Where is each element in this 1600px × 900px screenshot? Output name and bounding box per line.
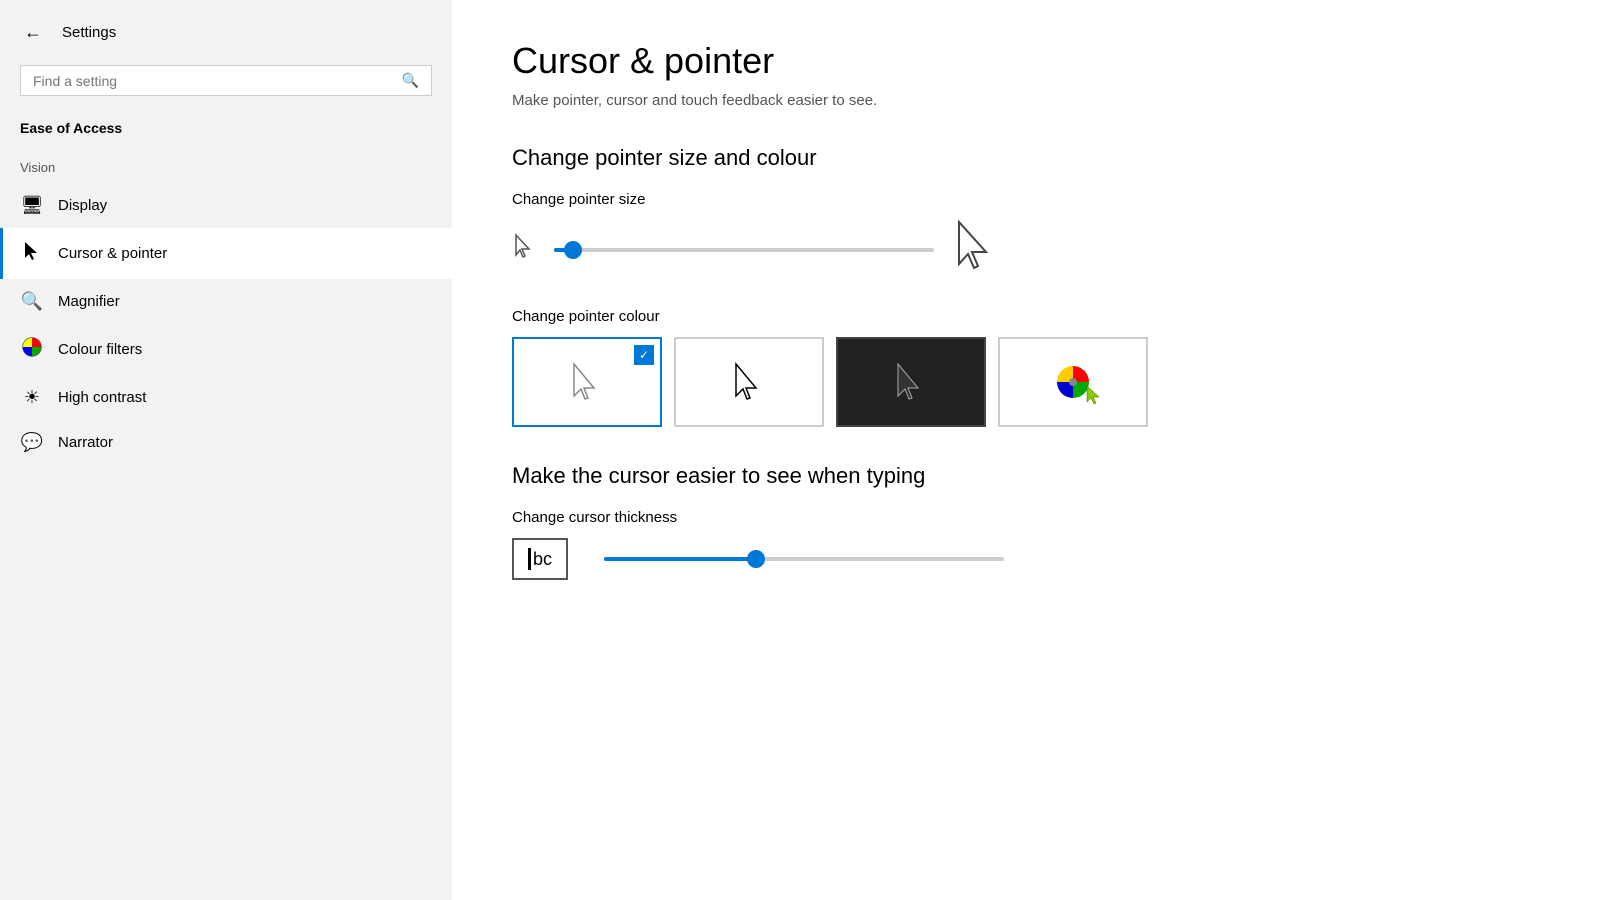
abc-text: bc: [533, 549, 552, 570]
search-box[interactable]: 🔍: [20, 65, 432, 96]
sidebar-item-display[interactable]: 🖥 Display: [0, 183, 452, 228]
cursor-thickness-thumb[interactable]: [747, 550, 765, 568]
colour-options: ✓: [512, 337, 1540, 427]
vision-label: Vision: [0, 152, 452, 183]
search-input[interactable]: [33, 73, 394, 89]
back-button[interactable]: ←: [20, 18, 46, 47]
cursor-thickness-track[interactable]: [604, 557, 1004, 561]
abc-preview: bc: [512, 538, 568, 580]
cursor-pointer-icon: [20, 240, 44, 267]
sidebar-item-cursor-pointer[interactable]: Cursor & pointer: [0, 228, 452, 279]
search-icon-button[interactable]: 🔍: [402, 72, 419, 89]
magnifier-icon: 🔍: [20, 291, 44, 312]
label-change-size: Change pointer size: [512, 191, 1540, 208]
high-contrast-label: High contrast: [58, 389, 146, 406]
colour-option-custom[interactable]: [998, 337, 1148, 427]
pointer-size-slider-container: [512, 220, 1540, 280]
colour-option-white[interactable]: ✓: [512, 337, 662, 427]
colour-filters-icon: [20, 336, 44, 363]
label-change-colour: Change pointer colour: [512, 308, 1540, 325]
section-cursor-easier: Make the cursor easier to see when typin…: [512, 463, 1540, 489]
selected-check-icon: ✓: [634, 345, 654, 365]
colour-option-black-outline[interactable]: [674, 337, 824, 427]
pointer-size-track[interactable]: [554, 248, 934, 252]
colour-option-black[interactable]: [836, 337, 986, 427]
sidebar: ← Settings 🔍 Ease of Access Vision 🖥 Dis…: [0, 0, 452, 900]
display-label: Display: [58, 197, 107, 214]
cursor-thickness-fill: [604, 557, 756, 561]
main-content: Cursor & pointer Make pointer, cursor an…: [452, 0, 1600, 900]
high-contrast-icon: ☀: [20, 387, 44, 408]
cursor-large-icon: [954, 220, 998, 280]
ease-of-access-label: Ease of Access: [0, 112, 452, 152]
colour-filters-label: Colour filters: [58, 341, 142, 358]
pointer-size-thumb[interactable]: [564, 241, 582, 259]
cursor-thickness-container: bc: [512, 538, 1540, 580]
label-cursor-thickness: Change cursor thickness: [512, 509, 1540, 526]
abc-cursor-bar: [528, 548, 531, 570]
sidebar-item-high-contrast[interactable]: ☀ High contrast: [0, 375, 452, 420]
narrator-label: Narrator: [58, 434, 113, 451]
sidebar-item-colour-filters[interactable]: Colour filters: [0, 324, 452, 375]
cursor-small-icon: [512, 233, 534, 267]
sidebar-item-narrator[interactable]: 💬 Narrator: [0, 420, 452, 465]
settings-title: Settings: [62, 24, 116, 41]
page-title: Cursor & pointer: [512, 40, 1540, 82]
narrator-icon: 💬: [20, 432, 44, 453]
display-icon: 🖥: [20, 195, 44, 216]
magnifier-label: Magnifier: [58, 293, 120, 310]
section-change-pointer: Change pointer size and colour: [512, 145, 1540, 171]
sidebar-item-magnifier[interactable]: 🔍 Magnifier: [0, 279, 452, 324]
cursor-pointer-label: Cursor & pointer: [58, 245, 167, 262]
sidebar-header: ← Settings: [0, 0, 452, 65]
page-subtitle: Make pointer, cursor and touch feedback …: [512, 92, 1540, 109]
